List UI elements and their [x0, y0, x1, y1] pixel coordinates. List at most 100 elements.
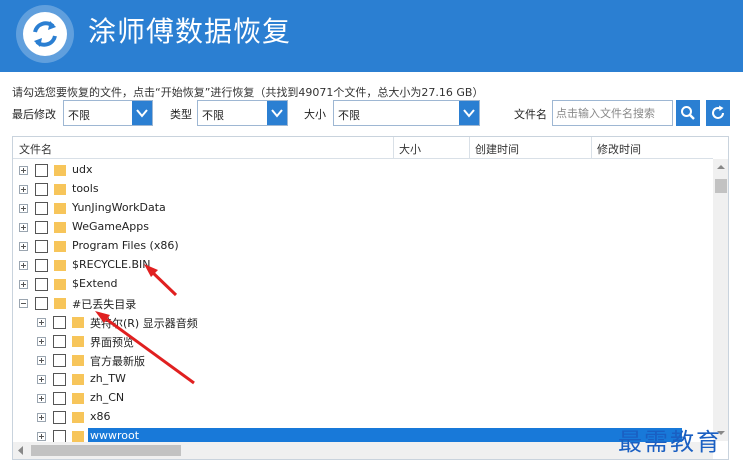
- chevron-down-icon[interactable]: [459, 101, 479, 125]
- tree-row-label: #已丢失目录: [72, 298, 137, 311]
- tree-row[interactable]: udx: [13, 161, 713, 180]
- expand-toggle[interactable]: [37, 356, 46, 365]
- tree-row-label: $RECYCLE.BIN: [72, 258, 151, 271]
- horizontal-scroll-thumb[interactable]: [31, 445, 181, 456]
- tree-row[interactable]: #已丢失目录: [13, 294, 713, 313]
- chevron-down-icon[interactable]: [132, 101, 152, 125]
- column-header-created[interactable]: 创建时间: [475, 141, 519, 157]
- folder-icon: [72, 336, 84, 347]
- tree-row-label: 官方最新版: [90, 355, 145, 368]
- expand-toggle[interactable]: [19, 166, 28, 175]
- column-divider[interactable]: [591, 137, 592, 159]
- horizontal-scrollbar[interactable]: [13, 442, 713, 459]
- row-checkbox[interactable]: [35, 278, 48, 291]
- row-checkbox[interactable]: [53, 335, 66, 348]
- modified-filter-label: 最后修改: [12, 108, 56, 121]
- filename-search-input[interactable]: [552, 100, 673, 126]
- column-divider[interactable]: [469, 137, 470, 159]
- tree-row[interactable]: Program Files (x86): [13, 237, 713, 256]
- folder-icon: [54, 203, 66, 214]
- expand-toggle[interactable]: [37, 375, 46, 384]
- tree-row-label: x86: [90, 410, 111, 423]
- folder-icon: [54, 184, 66, 195]
- expand-toggle[interactable]: [19, 280, 28, 289]
- folder-icon: [54, 260, 66, 271]
- row-checkbox[interactable]: [53, 392, 66, 405]
- expand-toggle[interactable]: [19, 185, 28, 194]
- search-icon: [681, 106, 695, 120]
- expand-toggle[interactable]: [37, 394, 46, 403]
- expand-toggle[interactable]: [37, 318, 46, 327]
- tree-row[interactable]: 官方最新版: [13, 351, 713, 370]
- title-bar: 涂师傅数据恢复: [0, 0, 743, 72]
- row-checkbox[interactable]: [35, 164, 48, 177]
- row-checkbox[interactable]: [35, 259, 48, 272]
- expand-toggle[interactable]: [37, 432, 46, 441]
- tree-row-label: $Extend: [72, 277, 118, 290]
- refresh-icon: [712, 105, 724, 119]
- scroll-up-icon[interactable]: [713, 159, 729, 175]
- row-checkbox[interactable]: [53, 316, 66, 329]
- folder-icon: [72, 355, 84, 366]
- tree-row-label: zh_CN: [90, 391, 125, 404]
- row-checkbox[interactable]: [53, 411, 66, 424]
- tree-row-label: 英特尔(R) 显示器音频: [90, 317, 198, 330]
- size-filter-label: 大小: [304, 108, 326, 121]
- folder-icon: [54, 165, 66, 176]
- tree-row-label: tools: [72, 182, 99, 195]
- tree-row[interactable]: zh_CN: [13, 389, 713, 408]
- row-checkbox[interactable]: [35, 297, 48, 310]
- collapse-toggle[interactable]: [19, 299, 28, 308]
- folder-icon: [54, 241, 66, 252]
- tree-row[interactable]: zh_TW: [13, 370, 713, 389]
- expand-toggle[interactable]: [19, 204, 28, 213]
- file-tree-table: 文件名 大小 创建时间 修改时间 udx tools YunJingWorkData…: [12, 136, 729, 460]
- column-header-size[interactable]: 大小: [399, 141, 421, 157]
- tree-row[interactable]: $RECYCLE.BIN: [13, 256, 713, 275]
- tree-row[interactable]: WeGameApps: [13, 218, 713, 237]
- row-checkbox[interactable]: [35, 202, 48, 215]
- column-header-modified[interactable]: 修改时间: [597, 141, 641, 157]
- search-button[interactable]: [676, 100, 700, 126]
- folder-icon: [54, 298, 66, 309]
- row-checkbox[interactable]: [35, 183, 48, 196]
- folder-icon: [54, 222, 66, 233]
- tree-row-label: Program Files (x86): [72, 239, 179, 252]
- expand-toggle[interactable]: [19, 261, 28, 270]
- scan-summary-text: 请勾选您要恢复的文件，点击“开始恢复”进行恢复（共找到49071个文件，总大小为…: [12, 86, 484, 99]
- refresh-logo-icon: [16, 5, 74, 63]
- folder-icon: [72, 317, 84, 328]
- expand-toggle[interactable]: [19, 242, 28, 251]
- modified-filter-select[interactable]: 不限: [63, 100, 153, 126]
- expand-toggle[interactable]: [37, 337, 46, 346]
- row-checkbox[interactable]: [53, 373, 66, 386]
- folder-icon: [72, 374, 84, 385]
- tree-row[interactable]: tools: [13, 180, 713, 199]
- type-filter-label: 类型: [170, 108, 192, 121]
- tree-row[interactable]: 英特尔(R) 显示器音频: [13, 313, 713, 332]
- column-divider[interactable]: [393, 137, 394, 159]
- app-title: 涂师傅数据恢复: [88, 15, 292, 48]
- refresh-button[interactable]: [706, 100, 730, 126]
- modified-filter-value: 不限: [68, 109, 90, 122]
- row-checkbox[interactable]: [35, 240, 48, 253]
- tree-row[interactable]: YunJingWorkData: [13, 199, 713, 218]
- row-checkbox[interactable]: [53, 354, 66, 367]
- type-filter-select[interactable]: 不限: [197, 100, 288, 126]
- vertical-scroll-thumb[interactable]: [715, 179, 727, 193]
- row-checkbox[interactable]: [35, 221, 48, 234]
- tree-row-label: zh_TW: [90, 372, 126, 385]
- scroll-left-icon[interactable]: [13, 442, 29, 459]
- chevron-down-icon[interactable]: [267, 101, 287, 125]
- tree-row-label: udx: [72, 163, 93, 176]
- expand-toggle[interactable]: [19, 223, 28, 232]
- tree-row[interactable]: 界面预览: [13, 332, 713, 351]
- expand-toggle[interactable]: [37, 413, 46, 422]
- vertical-scrollbar[interactable]: [713, 159, 729, 441]
- tree-row-label: WeGameApps: [72, 220, 149, 233]
- size-filter-select[interactable]: 不限: [333, 100, 480, 126]
- watermark-text: 最需教育: [618, 428, 722, 456]
- column-header-name[interactable]: 文件名: [19, 141, 52, 157]
- tree-row[interactable]: $Extend: [13, 275, 713, 294]
- tree-row[interactable]: x86: [13, 408, 713, 427]
